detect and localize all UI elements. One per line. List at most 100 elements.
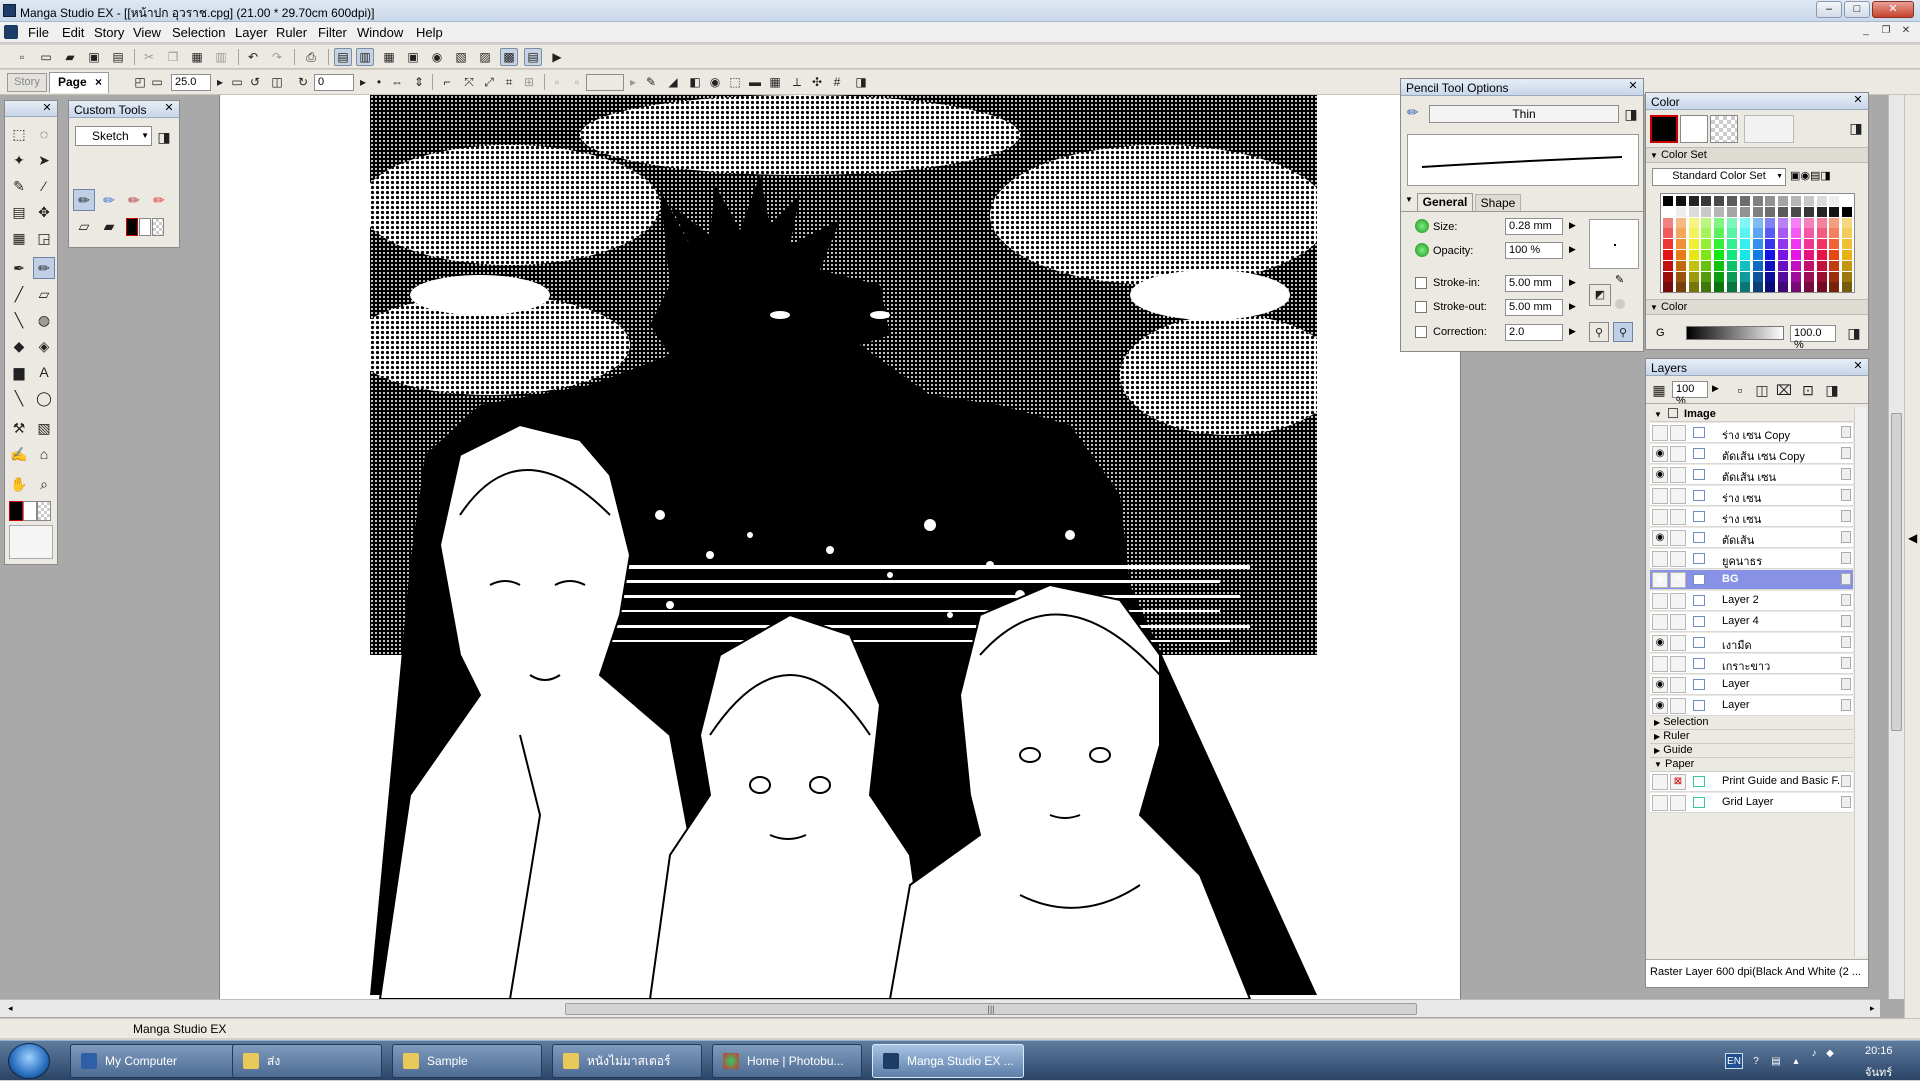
selection-pen-icon[interactable]: ✎ xyxy=(8,175,30,197)
main-color-swatch[interactable] xyxy=(9,501,23,521)
color-swatch[interactable] xyxy=(1663,217,1673,228)
color-swatch[interactable] xyxy=(1739,239,1750,250)
ellipse-icon[interactable]: ◯ xyxy=(33,387,55,409)
visibility-toggle[interactable] xyxy=(1652,593,1668,609)
color-set-select[interactable]: Standard Color Set ▼ xyxy=(1652,168,1786,186)
color-swatch[interactable] xyxy=(1752,217,1763,228)
layer-options-icon[interactable] xyxy=(1841,636,1851,648)
color-swatch[interactable] xyxy=(1727,239,1737,250)
color-swatch[interactable] xyxy=(1829,228,1840,239)
layers-panel-icon[interactable]: ▩ xyxy=(500,48,518,66)
color-swatch[interactable] xyxy=(1778,250,1789,260)
doc-minimize-button[interactable]: _ xyxy=(1858,24,1874,39)
layer-group-paper[interactable]: ▼ Paper xyxy=(1650,758,1853,772)
color-swatch[interactable] xyxy=(1688,196,1699,206)
color-swatch[interactable] xyxy=(1688,282,1699,293)
color-swatch[interactable] xyxy=(1829,206,1840,217)
color-swatch[interactable] xyxy=(1663,260,1673,271)
copy-icon[interactable]: ❐ xyxy=(164,48,182,66)
color-swatch[interactable] xyxy=(1675,228,1686,239)
layer-options-icon[interactable] xyxy=(1841,678,1851,690)
color-swatch[interactable] xyxy=(1765,228,1776,239)
color-swatch[interactable] xyxy=(1765,282,1776,293)
menu-selection[interactable]: Selection xyxy=(172,25,225,40)
layer-select-icon[interactable]: ▤ xyxy=(8,201,30,223)
scroll-right-icon[interactable]: ▸ xyxy=(1870,1003,1875,1014)
frame-tool-icon[interactable]: ⚒ xyxy=(8,417,30,439)
layer-row[interactable]: ◉ เงามืด xyxy=(1650,633,1853,653)
color-menu-icon[interactable]: ◨ xyxy=(1846,117,1866,139)
current-white-swatch[interactable] xyxy=(1680,115,1708,143)
navigator-icon[interactable]: ▣ xyxy=(404,48,422,66)
help-icon[interactable]: ? xyxy=(1749,1055,1763,1069)
speaker-icon[interactable]: ♪ xyxy=(1807,1047,1821,1061)
color-swatch[interactable] xyxy=(1778,260,1789,271)
color-swatch[interactable] xyxy=(1714,196,1725,206)
color-swatch[interactable] xyxy=(1688,228,1699,239)
layer-options-icon[interactable] xyxy=(1841,447,1851,459)
color-swatch[interactable] xyxy=(1803,217,1814,228)
cut-icon[interactable]: ✂ xyxy=(140,48,158,66)
pencil-icon[interactable]: ✏ xyxy=(33,257,55,279)
color-swatch[interactable] xyxy=(1739,217,1750,228)
custom-color-black[interactable] xyxy=(126,218,138,236)
scroll-left-icon[interactable]: ◂ xyxy=(8,1003,13,1014)
layers-close-icon[interactable]: ✕ xyxy=(1852,361,1864,373)
color-swatch[interactable] xyxy=(1803,282,1814,293)
layer-row[interactable]: ◉ ตัดเส้น เซน xyxy=(1650,465,1853,485)
color-swatch[interactable] xyxy=(1701,282,1712,293)
grid-toggle-icon[interactable]: ⊞ xyxy=(520,73,538,91)
layer-row[interactable]: Layer 2 xyxy=(1650,591,1853,611)
correction-mode-1-icon[interactable]: ⚲ xyxy=(1589,322,1609,342)
dot-icon[interactable]: • xyxy=(370,73,388,91)
new-page-icon[interactable]: ▫ xyxy=(13,48,31,66)
layer-row[interactable]: ◉ ตัดเส้น เซน Copy xyxy=(1650,444,1853,464)
color-swatch[interactable] xyxy=(1727,206,1737,217)
layer-options-icon[interactable] xyxy=(1841,573,1851,585)
document-icon[interactable] xyxy=(4,25,18,39)
brush-name-field[interactable]: Thin xyxy=(1429,105,1619,123)
color-swatch[interactable] xyxy=(1842,260,1853,271)
layer-options-icon[interactable] xyxy=(1841,615,1851,627)
color-swatch[interactable] xyxy=(1778,239,1789,250)
layer-group-selection[interactable]: ▶ Selection xyxy=(1650,716,1853,730)
tone-tool-icon[interactable]: ▧ xyxy=(33,417,55,439)
custom-pencil-3-icon[interactable]: ✏ xyxy=(123,189,145,211)
edit-toggle[interactable] xyxy=(1670,551,1686,567)
visibility-toggle[interactable] xyxy=(1652,509,1668,525)
print-icon[interactable]: ⎙ xyxy=(302,48,320,66)
vertical-scrollbar[interactable] xyxy=(1888,95,1904,999)
color-swatch[interactable] xyxy=(1714,250,1725,260)
zoom-selection-icon[interactable]: ⤢ xyxy=(480,73,498,91)
marquee-icon[interactable]: ⬚ xyxy=(8,123,30,145)
custom-tools-menu-icon[interactable]: ◨ xyxy=(153,126,175,148)
color-swatch[interactable] xyxy=(1829,239,1840,250)
color-swatch[interactable] xyxy=(1778,196,1789,206)
layer-options-icon[interactable] xyxy=(1841,657,1851,669)
menu-layer[interactable]: Layer xyxy=(235,25,268,40)
color-swatch[interactable] xyxy=(1675,239,1686,250)
edit-toggle[interactable] xyxy=(1670,593,1686,609)
lock-toggle[interactable] xyxy=(1670,795,1686,811)
color-swatch[interactable] xyxy=(1816,217,1827,228)
tool-options-icon[interactable]: ▤ xyxy=(524,48,542,66)
doc-close-button[interactable]: ✕ xyxy=(1898,24,1914,39)
undo-icon[interactable]: ↶ xyxy=(244,48,262,66)
color-swatch[interactable] xyxy=(1752,196,1763,206)
tab-shape[interactable]: Shape xyxy=(1475,194,1521,211)
page-menu-icon[interactable]: ▸ xyxy=(624,73,642,91)
edit-toggle[interactable]: ✎ xyxy=(1670,572,1686,588)
marker-icon[interactable]: ╱ xyxy=(8,283,30,305)
size-input[interactable]: 0.28 mm xyxy=(1505,218,1563,235)
color-swatch[interactable] xyxy=(1829,196,1840,206)
visibility-toggle[interactable]: ◉ xyxy=(1652,446,1668,462)
layers-scrollbar[interactable] xyxy=(1854,407,1866,957)
layer-row[interactable]: ยูคนาธร xyxy=(1650,549,1853,569)
snap-special-icon[interactable]: ◉ xyxy=(706,73,724,91)
color-swatch[interactable] xyxy=(1714,206,1725,217)
color-swatch[interactable] xyxy=(1701,217,1712,228)
size-slider-icon[interactable]: ▶ xyxy=(1569,220,1576,231)
pen-icon[interactable]: ✒ xyxy=(8,257,30,279)
current-black-swatch[interactable] xyxy=(1650,115,1678,143)
visibility-toggle[interactable]: ◉ xyxy=(1652,572,1668,588)
